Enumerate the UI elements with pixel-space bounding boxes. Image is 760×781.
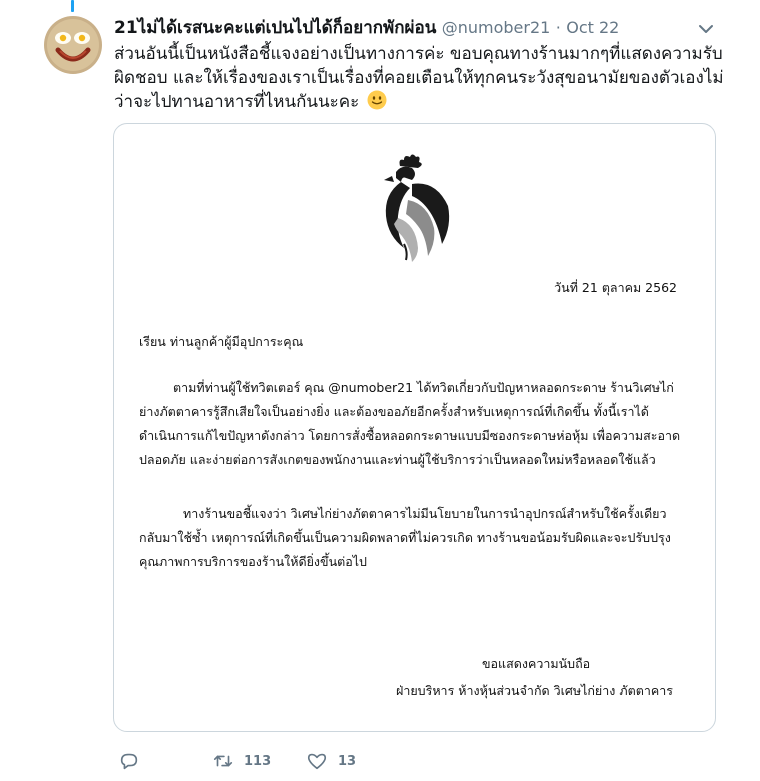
slightly-smiling-face-icon: [367, 90, 387, 110]
thread-connector: [71, 0, 74, 12]
user-handle[interactable]: @numober21: [442, 18, 551, 37]
retweet-count: 113: [244, 753, 272, 769]
letter-paragraph-1-text: ตามที่ท่านผู้ใช้ทวิตเตอร์ คุณ @numober21…: [139, 380, 681, 467]
letter-paragraph-2-text: ทางร้านขอชี้แจงว่า วิเศษไก่ย่างภัตตาคารไ…: [139, 506, 671, 569]
letter-salutation: เรียน ท่านลูกค้าผู้มีอุปการะคุณ: [139, 334, 304, 349]
retweet-icon: [213, 755, 233, 767]
user-avatar[interactable]: [44, 16, 102, 74]
letter-paragraph: ทางร้านขอชี้แจงว่า วิเศษไก่ย่างภัตตาคารไ…: [139, 502, 684, 574]
letter-signature: ฝ่ายบริหาร ห้างหุ้นส่วนจำกัด วิเศษไก่ย่า…: [396, 683, 673, 698]
reply-button[interactable]: [118, 748, 150, 774]
tweet-header: 21ไม่ได้เรสนะคะแต่เปนไปได้ก็อยากพักผ่อน …: [114, 16, 724, 40]
tweet-date[interactable]: Oct 22: [566, 18, 619, 37]
header-separator: ·: [555, 18, 561, 37]
heart-icon: [307, 753, 327, 770]
letter-document: วันที่ 21 ตุลาคม 2562 เรียน ท่านลูกค้าผู…: [114, 124, 717, 733]
retweet-button[interactable]: 113: [212, 748, 271, 774]
letter-date: วันที่ 21 ตุลาคม 2562: [554, 280, 677, 295]
tweet-body: ส่วนอันนี้เป็นหนังสือชี้แจงอย่างเป็นทางก…: [114, 44, 724, 112]
rooster-logo-icon: [384, 154, 450, 262]
like-count: 13: [338, 753, 357, 769]
tweet-actions: 113 13: [114, 748, 714, 774]
reply-icon: [120, 753, 138, 770]
tweet-text: ส่วนอันนี้เป็นหนังสือชี้แจงอย่างเป็นทางก…: [114, 42, 724, 114]
chevron-down-icon[interactable]: [697, 20, 715, 38]
display-name[interactable]: 21ไม่ได้เรสนะคะแต่เปนไปได้ก็อยากพักผ่อน: [114, 18, 436, 38]
letter-paragraph: ตามที่ท่านผู้ใช้ทวิตเตอร์ คุณ @numober21…: [139, 376, 684, 472]
attached-image[interactable]: วันที่ 21 ตุลาคม 2562 เรียน ท่านลูกค้าผู…: [113, 123, 716, 732]
tweet[interactable]: 21ไม่ได้เรสนะคะแต่เปนไปได้ก็อยากพักผ่อน …: [0, 0, 760, 781]
letter-closing: ขอแสดงความนับถือ: [482, 656, 591, 671]
like-button[interactable]: 13: [306, 748, 356, 774]
